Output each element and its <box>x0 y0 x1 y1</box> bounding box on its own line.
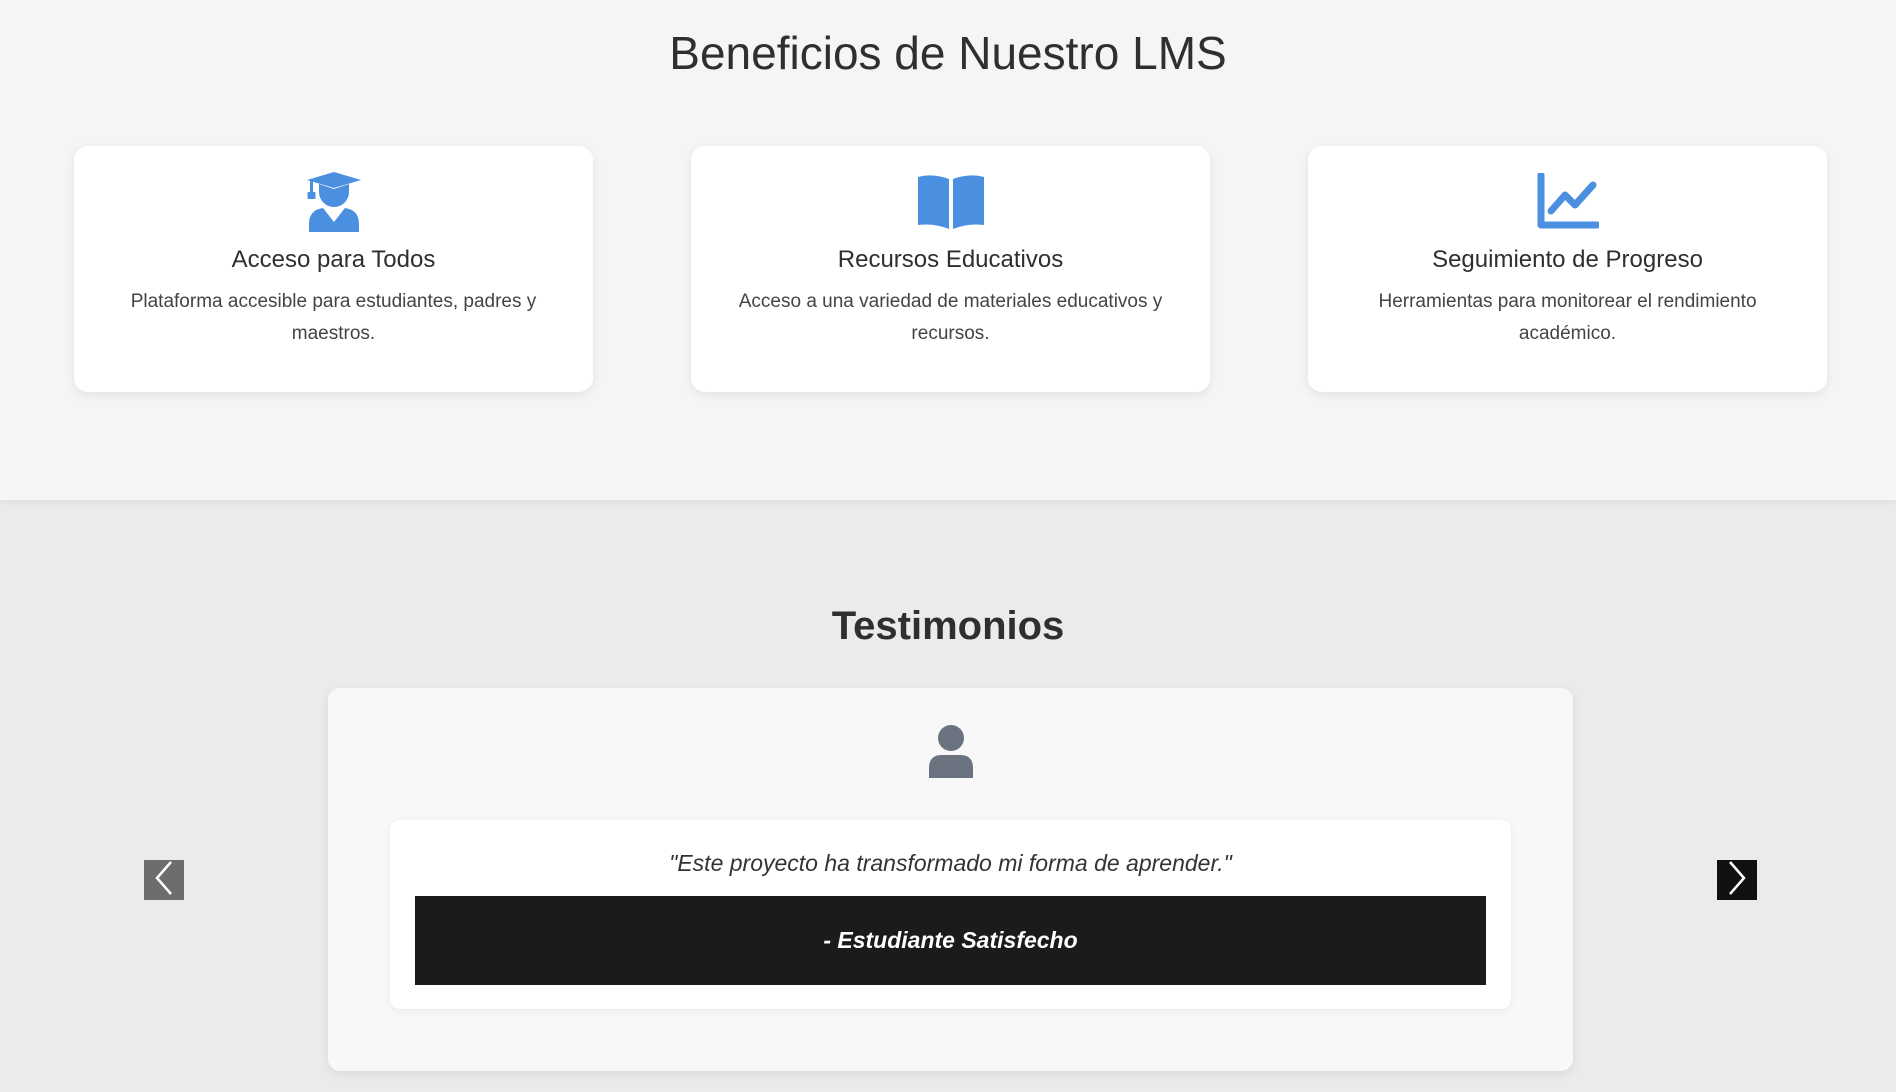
testimonial-carousel: "Este proyecto ha transformado mi forma … <box>328 688 1573 1071</box>
benefit-card-progress: Seguimiento de Progreso Herramientas par… <box>1308 146 1827 392</box>
testimonial-author: - Estudiante Satisfecho <box>823 927 1078 953</box>
benefit-card-title: Recursos Educativos <box>837 246 1064 273</box>
testimonials-title: Testimonios <box>831 604 1065 648</box>
benefit-card-resources: Recursos Educativos Acceso a una varieda… <box>691 146 1210 392</box>
open-book-icon <box>915 170 987 232</box>
user-icon <box>927 724 975 778</box>
benefits-title: Beneficios de Nuestro LMS <box>669 27 1227 79</box>
benefits-section: Beneficios de Nuestro LMS Acceso para To… <box>0 0 1896 500</box>
benefit-card-access: Acceso para Todos Plataforma accesible p… <box>74 146 593 392</box>
testimonial-author-bar: - Estudiante Satisfecho <box>415 896 1486 985</box>
benefit-card-title: Seguimiento de Progreso <box>1432 246 1703 273</box>
carousel-next-button[interactable] <box>1717 860 1757 900</box>
benefit-card-title: Acceso para Todos <box>231 246 436 273</box>
line-chart-icon <box>1532 170 1604 232</box>
carousel-prev-button[interactable] <box>144 860 184 900</box>
graduate-icon <box>298 170 370 232</box>
benefit-card-description: Herramientas para monitorear el rendimie… <box>1378 291 1757 344</box>
testimonial-quote: "Este proyecto ha transformado mi forma … <box>669 850 1232 876</box>
benefit-card-description: Acceso a una variedad de materiales educ… <box>738 291 1163 344</box>
testimonial-card: "Este proyecto ha transformado mi forma … <box>390 820 1511 1009</box>
benefit-card-description: Plataforma accesible para estudiantes, p… <box>130 291 537 344</box>
chevron-left-icon <box>153 860 175 901</box>
chevron-right-icon <box>1726 860 1748 901</box>
